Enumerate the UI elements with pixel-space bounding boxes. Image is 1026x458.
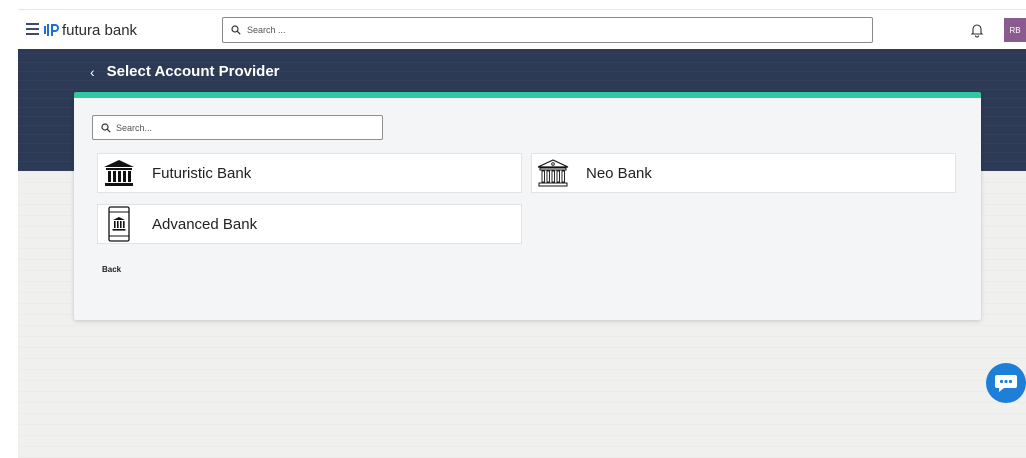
- page-title-row: ‹ Select Account Provider: [90, 63, 280, 80]
- provider-selection-card: Search... Futuristic Bank Neo Bank Advan…: [74, 92, 981, 320]
- brand-logo[interactable]: futura bank: [44, 19, 137, 41]
- bank-building-outline-icon: [537, 159, 569, 187]
- provider-search-input[interactable]: Search...: [92, 115, 383, 140]
- provider-item-neo-bank[interactable]: Neo Bank: [531, 153, 956, 193]
- provider-name: Advanced Bank: [152, 215, 258, 233]
- back-chevron-icon[interactable]: ‹: [90, 64, 95, 80]
- bank-building-solid-icon: [104, 160, 134, 186]
- brand-name: futura bank: [62, 21, 138, 39]
- back-button[interactable]: Back: [102, 265, 121, 274]
- provider-name: Futuristic Bank: [152, 164, 252, 182]
- global-search-placeholder: Search ...: [247, 25, 286, 35]
- search-icon: [101, 122, 111, 133]
- provider-name: Neo Bank: [586, 164, 652, 182]
- provider-item-futuristic-bank[interactable]: Futuristic Bank: [97, 153, 522, 193]
- notification-bell-icon[interactable]: [970, 22, 984, 38]
- provider-item-advanced-bank[interactable]: Advanced Bank: [97, 204, 522, 244]
- hamburger-menu-icon[interactable]: [26, 23, 39, 35]
- search-icon: [231, 25, 241, 35]
- chat-bubble-icon: [995, 375, 1017, 392]
- global-search-input[interactable]: Search ...: [222, 17, 873, 43]
- page-content: ‹ Select Account Provider Search... Futu…: [18, 49, 1026, 458]
- futura-logo-icon: [44, 24, 59, 36]
- page-title: Select Account Provider: [106, 63, 280, 80]
- mobile-bank-icon: [108, 206, 130, 242]
- provider-search-placeholder: Search...: [116, 122, 153, 133]
- top-bar: futura bank Search ... RB: [18, 9, 1026, 49]
- chatbot-button[interactable]: [986, 363, 1026, 403]
- user-avatar[interactable]: RB: [1004, 18, 1026, 42]
